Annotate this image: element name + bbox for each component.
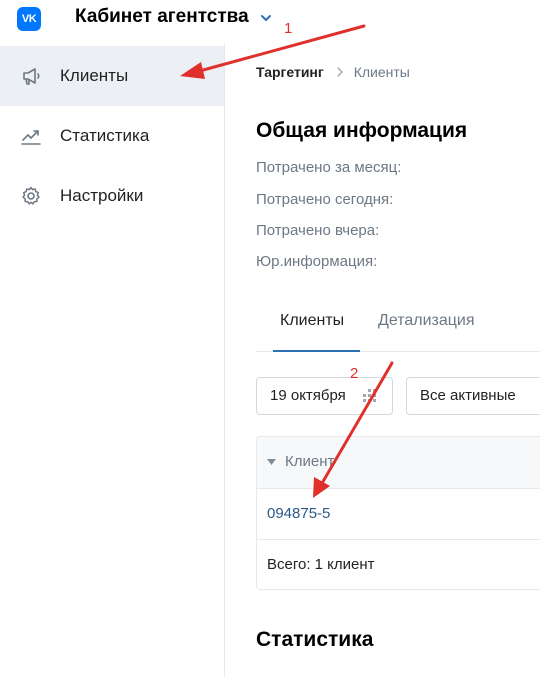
total-count: Всего: 1 клиент (267, 556, 375, 573)
sort-down-icon[interactable] (267, 459, 276, 465)
sidebar: Клиенты Статистика Настройки (0, 44, 225, 677)
info-spent-month: Потрачено за месяц: (256, 159, 402, 176)
header: VK Кабинет агентства (0, 0, 540, 40)
status-filter-value: Все активные (420, 387, 516, 404)
sidebar-item-label: Клиенты (60, 66, 129, 85)
cabinet-title[interactable]: Кабинет агентства (75, 6, 249, 28)
gear-icon (22, 186, 40, 205)
breadcrumb: Таргетинг Клиенты (256, 63, 410, 81)
statistics-title: Статистика (256, 628, 374, 651)
client-link[interactable]: 094875-5 (267, 505, 330, 523)
date-picker[interactable]: 19 октября (256, 377, 393, 415)
breadcrumb-current: Клиенты (353, 64, 410, 80)
status-filter-dropdown[interactable]: Все активные (406, 377, 540, 415)
general-info-title: Общая информация (256, 119, 468, 142)
table-footer: Всего: 1 клиент (257, 540, 540, 589)
sidebar-item-statistics[interactable]: Статистика (0, 106, 224, 166)
breadcrumb-root[interactable]: Таргетинг (256, 64, 324, 80)
megaphone-icon (23, 68, 40, 85)
sidebar-item-settings[interactable]: Настройки (0, 166, 224, 226)
chevron-right-icon (337, 67, 343, 77)
table-row: 094875-5 (257, 489, 540, 540)
clients-table: Клиент 094875-5 Всего: 1 клиент (256, 436, 540, 590)
chevron-down-icon[interactable] (260, 13, 272, 23)
page: VK Кабинет агентства Клиенты Статистика (0, 0, 540, 677)
date-value: 19 октября (270, 387, 346, 404)
info-spent-today: Потрачено сегодня: (256, 191, 394, 208)
tab-details[interactable]: Детализация (378, 311, 475, 331)
tab-clients[interactable]: Клиенты (280, 311, 344, 331)
chart-icon (21, 130, 41, 145)
annotation-marker-1: 1 (284, 20, 293, 37)
calendar-icon (363, 389, 376, 402)
table-header: Клиент (257, 437, 540, 489)
sidebar-item-label: Настройки (60, 186, 144, 205)
sidebar-item-clients[interactable]: Клиенты (0, 46, 224, 106)
info-legal: Юр.информация: (256, 253, 378, 270)
vk-logo[interactable]: VK (17, 7, 41, 31)
sidebar-item-label: Статистика (60, 126, 150, 145)
info-spent-yesterday: Потрачено вчера: (256, 222, 380, 239)
column-header-client[interactable]: Клиент (285, 453, 334, 471)
tab-active-indicator (273, 350, 360, 352)
annotation-marker-2: 2 (350, 365, 359, 382)
